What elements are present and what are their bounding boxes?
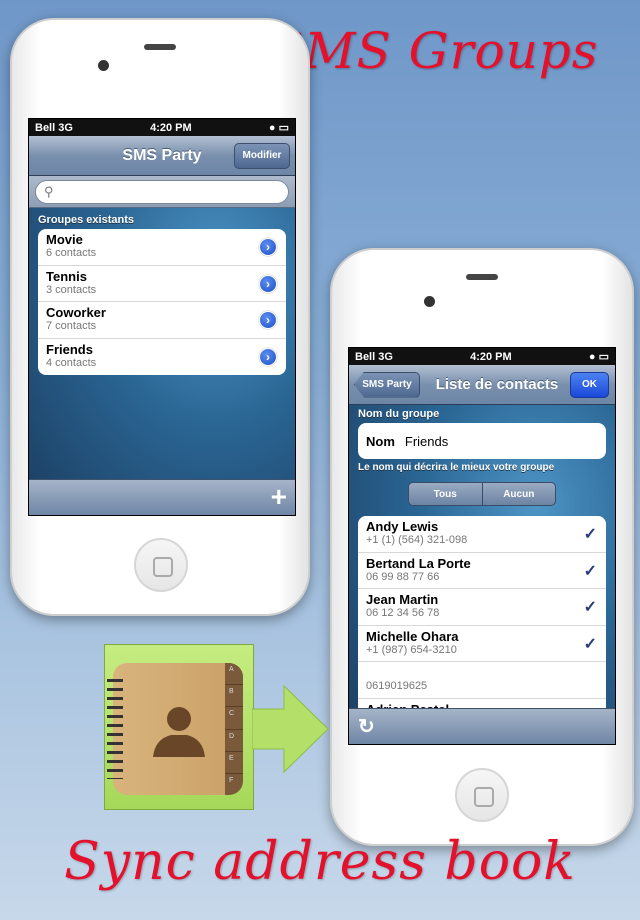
ok-button[interactable]: OK	[570, 371, 609, 398]
contact-name: Michelle Ohara	[366, 628, 459, 644]
contact-phone: 06 12 34 56 78	[366, 607, 440, 619]
group-row[interactable]: Movie 6 contacts ›	[38, 229, 286, 266]
home-button[interactable]	[455, 768, 509, 822]
nav-bar: SMS Party Liste de contacts OK	[349, 365, 615, 405]
toolbar: +	[29, 479, 295, 515]
search-bar: ⚲	[29, 176, 295, 208]
disclosure-icon[interactable]: ›	[259, 347, 277, 366]
group-name: Coworker	[46, 305, 106, 320]
speaker	[466, 274, 498, 280]
contact-phone: 0619019625	[366, 680, 428, 692]
group-row[interactable]: Tennis 3 contacts ›	[38, 266, 286, 302]
group-count: 7 contacts	[46, 320, 97, 332]
arrow-right-icon	[252, 684, 329, 774]
group-name: Movie	[46, 232, 83, 247]
checkmark-icon: ✓	[583, 635, 597, 653]
contact-row[interactable]: Jean Martin 06 12 34 56 78 ✓	[358, 589, 606, 626]
add-icon[interactable]: +	[271, 481, 287, 513]
group-count: 4 contacts	[46, 356, 97, 369]
segment-all[interactable]: Tous	[409, 483, 483, 505]
disclosure-icon[interactable]: ›	[259, 311, 277, 329]
time: 4:20 PM	[150, 121, 192, 134]
nav-title: SMS Party	[122, 146, 202, 164]
segmented-control: Tous Aucun	[408, 482, 556, 506]
address-book-icon: A B C D E F	[104, 644, 254, 810]
toolbar: ↻	[349, 708, 615, 744]
home-button[interactable]	[134, 538, 188, 592]
checkmark-icon: ✓	[583, 526, 597, 543]
group-name-field[interactable]: Nom Friends	[358, 423, 606, 459]
contact-name: Bertand La Porte	[366, 555, 471, 571]
tab-letter: E	[225, 752, 243, 774]
carrier: Bell 3G	[35, 121, 73, 134]
group-name: Tennis	[46, 268, 87, 284]
groups-list: Movie 6 contacts › Tennis 3 contacts › Cowor…	[38, 229, 286, 375]
contact-row[interactable]: Andy Lewis +1 (1) (564) 321-098 ✓	[358, 516, 606, 553]
group-name-header: Nom du groupe	[358, 408, 440, 420]
battery-icon: ● ▭	[268, 122, 289, 134]
checkmark-icon: ✓	[583, 562, 597, 580]
helper-text: Le nom qui décrira le mieux votre groupe	[358, 462, 555, 473]
group-name: Friends	[46, 341, 93, 357]
camera	[424, 296, 435, 307]
group-row[interactable]: Friends 4 contacts ›	[38, 339, 286, 376]
headline-bottom: Sync address book	[64, 832, 576, 892]
contact-row[interactable]: 0619019625	[358, 662, 606, 699]
contact-phone: 06 99 88 77 66	[366, 570, 440, 583]
status-bar: Bell 3G 4:20 PM ● ▭	[349, 348, 615, 365]
speaker	[144, 44, 176, 50]
tab-letter: B	[225, 685, 243, 708]
edit-button[interactable]: Modifier	[234, 142, 290, 169]
tab-letter: C	[225, 707, 243, 730]
refresh-icon[interactable]: ↻	[358, 714, 375, 739]
carrier: Bell 3G	[355, 350, 393, 363]
section-header: Groupes existants	[38, 214, 134, 226]
contact-phone: +1 (1) (564) 321-098	[366, 534, 468, 546]
time: 4:20 PM	[470, 350, 512, 363]
disclosure-icon[interactable]: ›	[259, 274, 277, 293]
contact-name	[366, 665, 598, 680]
nav-title: Liste de contacts	[435, 376, 559, 393]
search-icon: ⚲	[44, 184, 54, 199]
nav-bar: SMS Party Modifier	[29, 136, 295, 176]
status-bar: Bell 3G 4:20 PM ● ▭	[29, 119, 295, 136]
contact-row[interactable]: Bertand La Porte 06 99 88 77 66 ✓	[358, 553, 606, 589]
contact-row[interactable]: Michelle Ohara +1 (987) 654-3210 ✓	[358, 626, 606, 662]
back-button[interactable]: SMS Party	[354, 371, 420, 398]
tab-letter: A	[225, 663, 243, 686]
tab-letter: F	[229, 776, 234, 784]
name-value: Friends	[404, 433, 449, 449]
name-label: Nom	[366, 433, 395, 449]
left-screen: Bell 3G 4:20 PM ● ▭ SMS Party Modifier ⚲…	[28, 118, 296, 516]
group-count: 6 contacts	[46, 247, 97, 259]
segment-none[interactable]: Aucun	[483, 483, 556, 505]
tab-letter: D	[225, 730, 243, 752]
search-input[interactable]: ⚲	[35, 180, 289, 204]
person-silhouette-icon	[153, 707, 205, 757]
spiral-binding	[107, 679, 123, 779]
contact-phone: +1 (987) 654-3210	[366, 643, 457, 656]
group-row[interactable]: Coworker 7 contacts ›	[38, 302, 286, 339]
right-screen: Bell 3G 4:20 PM ● ▭ SMS Party Liste de c…	[348, 347, 616, 745]
camera	[98, 60, 109, 71]
checkmark-icon: ✓	[583, 599, 597, 616]
contact-name: Andy Lewis	[366, 519, 439, 534]
group-count: 3 contacts	[46, 283, 97, 296]
contact-name: Jean Martin	[366, 592, 439, 607]
disclosure-icon[interactable]: ›	[259, 238, 277, 256]
contacts-list: Andy Lewis +1 (1) (564) 321-098 ✓ Bertand …	[358, 516, 606, 735]
battery-icon: ● ▭	[588, 351, 609, 363]
